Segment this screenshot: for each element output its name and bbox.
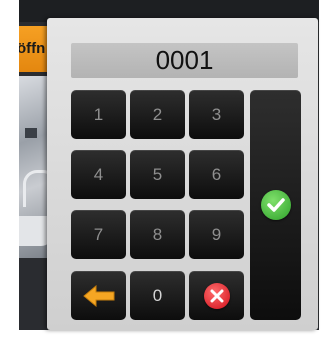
x-mark <box>210 289 223 302</box>
key-8[interactable]: 8 <box>130 210 185 259</box>
backspace-button[interactable] <box>71 271 126 320</box>
checkmark-circle-icon <box>261 190 291 220</box>
checkmark <box>267 198 285 212</box>
pin-keypad-panel: 0001 1 2 3 4 5 6 7 8 9 0 <box>47 18 318 330</box>
key-0[interactable]: 0 <box>130 271 185 320</box>
key-6[interactable]: 6 <box>189 150 244 199</box>
left-arrow-icon <box>82 284 114 307</box>
key-1[interactable]: 1 <box>71 90 126 139</box>
x-circle-icon <box>203 282 230 309</box>
pin-display: 0001 <box>71 43 298 78</box>
key-3[interactable]: 3 <box>189 90 244 139</box>
clear-button[interactable] <box>189 271 244 320</box>
background-banner-text: öffn <box>19 40 46 57</box>
key-9[interactable]: 9 <box>189 210 244 259</box>
key-4[interactable]: 4 <box>71 150 126 199</box>
confirm-button[interactable] <box>250 90 301 320</box>
key-5[interactable]: 5 <box>130 150 185 199</box>
key-2[interactable]: 2 <box>130 90 185 139</box>
photo-window <box>25 128 37 138</box>
key-7[interactable]: 7 <box>71 210 126 259</box>
